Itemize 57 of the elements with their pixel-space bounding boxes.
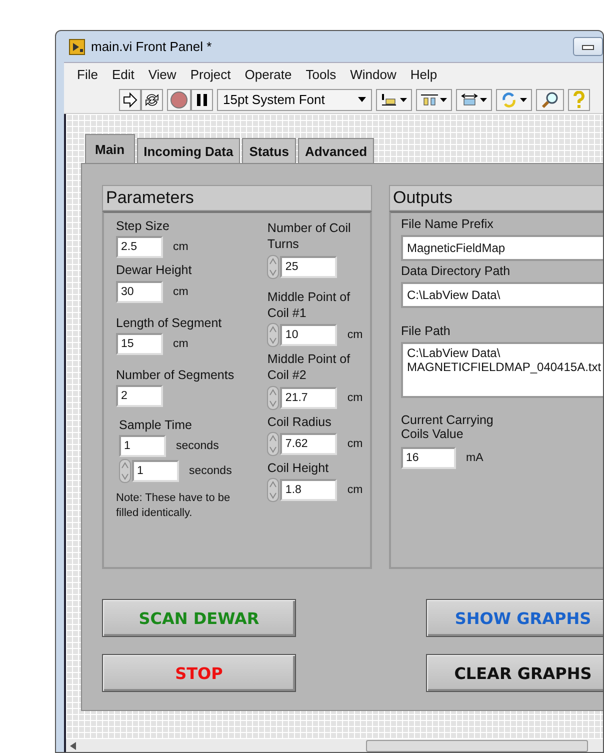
numeric-field[interactable]: 10 (280, 324, 338, 346)
field-label: Data Directory Path (401, 264, 512, 278)
field-label: File Path (401, 324, 452, 338)
unit-label: cm (173, 338, 188, 350)
numeric-field[interactable]: 2.5 (116, 236, 163, 258)
menu-item[interactable]: Edit (104, 67, 142, 82)
unit-label: cm (173, 241, 188, 254)
path-field[interactable]: C:\LabView Data\ MAGNETICFIELDMAP_040415A.txt (401, 342, 603, 398)
field-label: Number of Segments (116, 366, 236, 383)
menu-item[interactable]: Tools (298, 67, 344, 82)
menu-item[interactable]: Help (403, 67, 444, 82)
menu-item[interactable]: File (70, 67, 105, 82)
numeric-field[interactable]: 25 (280, 256, 338, 278)
cluster-title: Outputs (389, 185, 603, 211)
field-label: Length of Segment (116, 314, 223, 331)
unit-label: seconds (176, 440, 219, 452)
field-label: Middle Point of Coil #1 (267, 288, 352, 321)
numeric-field[interactable]: 7.62 (280, 432, 338, 455)
menu-item[interactable]: View (141, 67, 184, 82)
menu-item[interactable]: Window (343, 67, 404, 82)
numeric-field[interactable]: 21.7 (280, 386, 338, 408)
unit-label: cm (347, 438, 363, 450)
tab[interactable]: Advanced (298, 138, 374, 163)
unit-label: seconds (189, 465, 232, 478)
numeric-field[interactable]: 30 (116, 280, 163, 302)
field-label: Middle Point of Coil #2 (267, 351, 352, 384)
numeric-field[interactable]: 16 (401, 447, 456, 469)
unit-label: cm (347, 329, 363, 341)
tab[interactable]: Status (242, 138, 296, 163)
tab[interactable]: Main (85, 134, 135, 163)
cluster-title: Parameters (102, 185, 372, 211)
unit-label: cm (347, 484, 363, 496)
unit-label: cm (347, 392, 363, 404)
field-label: Step Size (116, 218, 171, 234)
field-label: Dewar Height (116, 262, 193, 278)
window-title: main.vi Front Panel * (91, 39, 212, 54)
numeric-field[interactable]: 1 (132, 460, 179, 482)
action-button[interactable]: CLEAR GRAPHS (426, 654, 603, 692)
note-text: Note: These have to be filled identically. (116, 491, 232, 521)
field-label: Number of Coil Turns (267, 220, 352, 252)
numeric-field[interactable]: 15 (116, 332, 163, 355)
numeric-field[interactable]: 2 (116, 385, 163, 407)
field-label: Current Carrying Coils Value (401, 413, 494, 441)
field-label: Sample Time (119, 417, 193, 434)
text-field[interactable]: MagneticFieldMap (401, 235, 603, 261)
field-label: File Name Prefix (401, 217, 494, 231)
numeric-field[interactable]: 1.8 (280, 479, 338, 501)
path-field[interactable]: C:\LabView Data\ (401, 282, 603, 308)
menu-item[interactable]: Operate (238, 67, 299, 82)
numeric-field[interactable]: 1 (119, 435, 166, 458)
tab[interactable]: Incoming Data (136, 138, 240, 163)
unit-label: cm (173, 286, 188, 298)
field-label: Coil Height (267, 460, 330, 476)
field-label: Coil Radius (267, 414, 332, 430)
font-dropdown[interactable]: 15pt System Font (217, 88, 372, 110)
menu-item[interactable]: Project (183, 67, 238, 82)
unit-label: mA (466, 452, 484, 464)
